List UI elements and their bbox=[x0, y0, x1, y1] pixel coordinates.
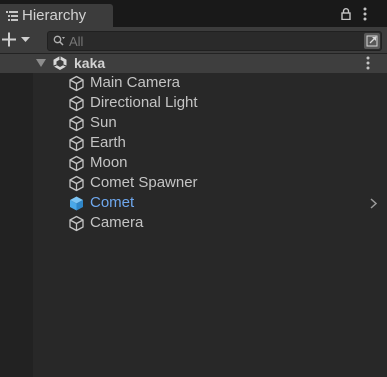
search-input[interactable] bbox=[69, 32, 349, 50]
hierarchy-list-icon bbox=[6, 11, 18, 21]
unity-scene-icon bbox=[53, 56, 67, 70]
gameobject-cube-icon bbox=[69, 135, 84, 152]
hierarchy-item-main-camera[interactable]: Main Camera bbox=[33, 73, 387, 93]
hierarchy-item-camera[interactable]: Camera bbox=[33, 213, 387, 233]
tab-label: Hierarchy bbox=[22, 7, 87, 24]
gameobject-cube-icon bbox=[69, 115, 84, 132]
scene-header-row[interactable]: kaka bbox=[0, 54, 387, 73]
dropdown-arrow-icon bbox=[21, 37, 30, 42]
hierarchy-item-comet-spawner[interactable]: Comet Spawner bbox=[33, 173, 387, 193]
picker-icon bbox=[366, 35, 378, 47]
hierarchy-item-label: Directional Light bbox=[90, 94, 198, 111]
gameobject-cube-icon bbox=[69, 175, 84, 192]
hierarchy-item-moon[interactable]: Moon bbox=[33, 153, 387, 173]
hierarchy-item-directional-light[interactable]: Directional Light bbox=[33, 93, 387, 113]
lock-icon[interactable] bbox=[341, 8, 351, 20]
tab-hierarchy[interactable]: Hierarchy bbox=[0, 4, 113, 27]
hierarchy-item-label: Comet bbox=[90, 194, 135, 211]
hierarchy-item-label: Sun bbox=[90, 114, 117, 131]
hierarchy-item-sun[interactable]: Sun bbox=[33, 113, 387, 133]
chevron-right-icon[interactable] bbox=[370, 198, 377, 209]
hierarchy-window: Hierarchy All kaka Main Camera Direction… bbox=[0, 0, 387, 377]
add-object-button[interactable] bbox=[2, 30, 34, 50]
search-icon bbox=[53, 35, 65, 46]
hierarchy-item-label: Camera bbox=[90, 214, 144, 231]
search-field[interactable] bbox=[47, 31, 382, 51]
hierarchy-item-comet[interactable]: Comet bbox=[33, 193, 387, 213]
scene-name: kaka bbox=[74, 55, 106, 71]
scene-menu-icon[interactable] bbox=[366, 56, 370, 70]
gameobject-cube-icon bbox=[69, 95, 84, 112]
kebab-menu-icon[interactable] bbox=[363, 7, 367, 21]
gameobject-cube-icon bbox=[69, 215, 84, 232]
plus-icon bbox=[2, 32, 30, 47]
prefab-cube-icon bbox=[70, 196, 83, 211]
hierarchy-item-label: Earth bbox=[90, 134, 126, 151]
hierarchy-item-label: Moon bbox=[90, 154, 128, 171]
hierarchy-toolbar bbox=[0, 27, 387, 54]
scene-picker-button[interactable] bbox=[364, 33, 380, 49]
gameobject-cube-icon bbox=[69, 75, 84, 92]
tree-gutter bbox=[0, 54, 33, 377]
hierarchy-item-label: Main Camera bbox=[90, 74, 181, 91]
tab-bar: Hierarchy bbox=[0, 0, 387, 27]
hierarchy-item-label: Comet Spawner bbox=[90, 174, 198, 191]
gameobject-cube-icon bbox=[69, 155, 84, 172]
hierarchy-item-earth[interactable]: Earth bbox=[33, 133, 387, 153]
foldout-expanded-icon[interactable] bbox=[36, 59, 46, 68]
